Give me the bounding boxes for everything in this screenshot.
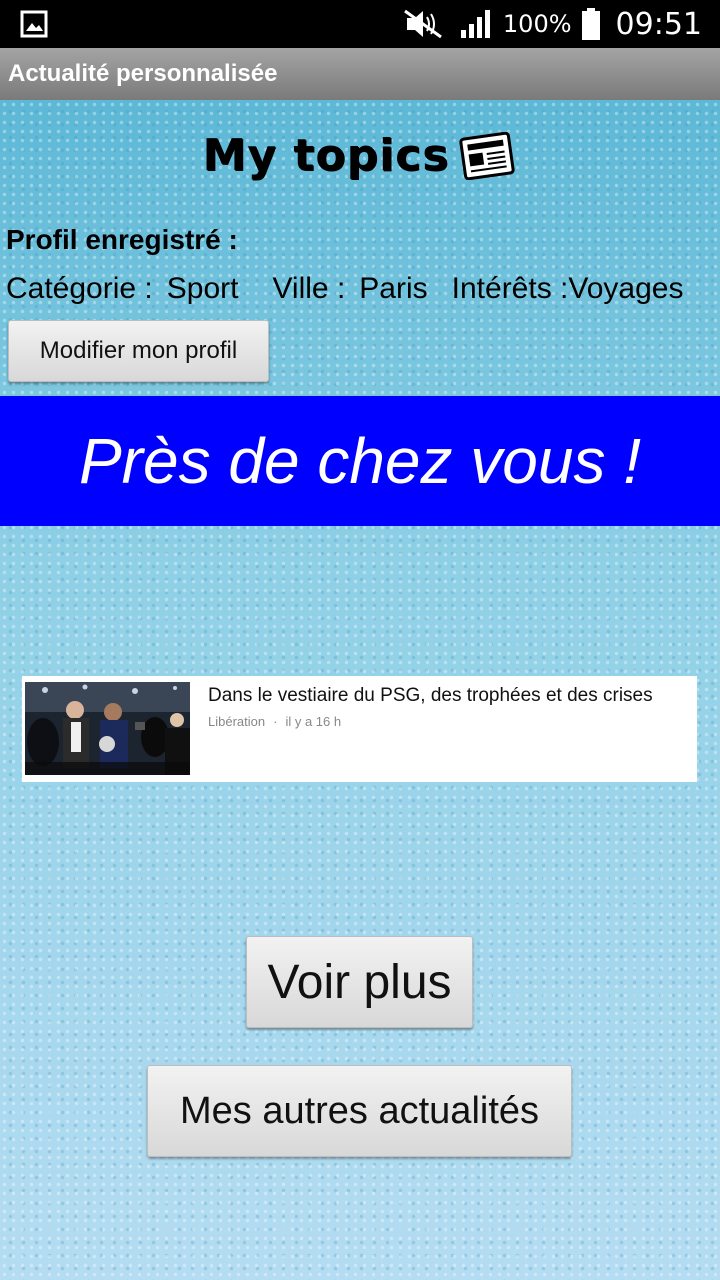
news-time: il y a 16 h bbox=[285, 714, 342, 729]
battery-icon bbox=[581, 8, 600, 40]
interests-value: Voyages bbox=[568, 272, 684, 305]
nearby-banner: Près de chez vous ! bbox=[0, 396, 720, 526]
status-bar: 100% 09:51 bbox=[0, 0, 720, 48]
logo-text: My topics bbox=[202, 130, 450, 181]
status-time: 09:51 bbox=[615, 6, 702, 42]
news-source: Libération bbox=[208, 714, 266, 729]
interests-label: Intérêts : bbox=[451, 272, 569, 305]
status-icons: 100% 09:51 bbox=[403, 0, 702, 48]
banner-text: Près de chez vous ! bbox=[78, 425, 642, 497]
signal-icon bbox=[460, 10, 490, 38]
news-meta: Libération · il y a 16 h bbox=[208, 714, 342, 729]
news-title: Dans le vestiaire du PSG, des trophées e… bbox=[208, 685, 653, 706]
main-content: My topics Profil enregistré : Catégorie … bbox=[0, 100, 720, 1280]
profile-heading: Profil enregistré : bbox=[6, 224, 238, 255]
gallery-icon bbox=[20, 10, 48, 38]
newspaper-icon bbox=[459, 131, 516, 180]
mute-icon bbox=[404, 9, 442, 39]
other-news-button[interactable]: Mes autres actualités bbox=[147, 1065, 572, 1157]
city-value: Paris bbox=[359, 272, 428, 305]
category-label: Catégorie : bbox=[6, 272, 153, 305]
logo: My topics bbox=[0, 130, 720, 181]
see-more-button[interactable]: Voir plus bbox=[246, 936, 473, 1028]
app-title: Actualité personnalisée bbox=[8, 60, 278, 87]
profile-summary: Catégorie : Sport Ville : Paris Intérêts… bbox=[6, 272, 683, 306]
news-thumbnail bbox=[25, 682, 190, 775]
battery-percent: 100% bbox=[502, 10, 572, 38]
edit-profile-button[interactable]: Modifier mon profil bbox=[8, 320, 269, 382]
app-bar: Actualité personnalisée bbox=[0, 48, 720, 100]
city-label: Ville : bbox=[272, 272, 346, 305]
news-card[interactable]: Dans le vestiaire du PSG, des trophées e… bbox=[22, 676, 697, 782]
category-value: Sport bbox=[166, 272, 239, 305]
